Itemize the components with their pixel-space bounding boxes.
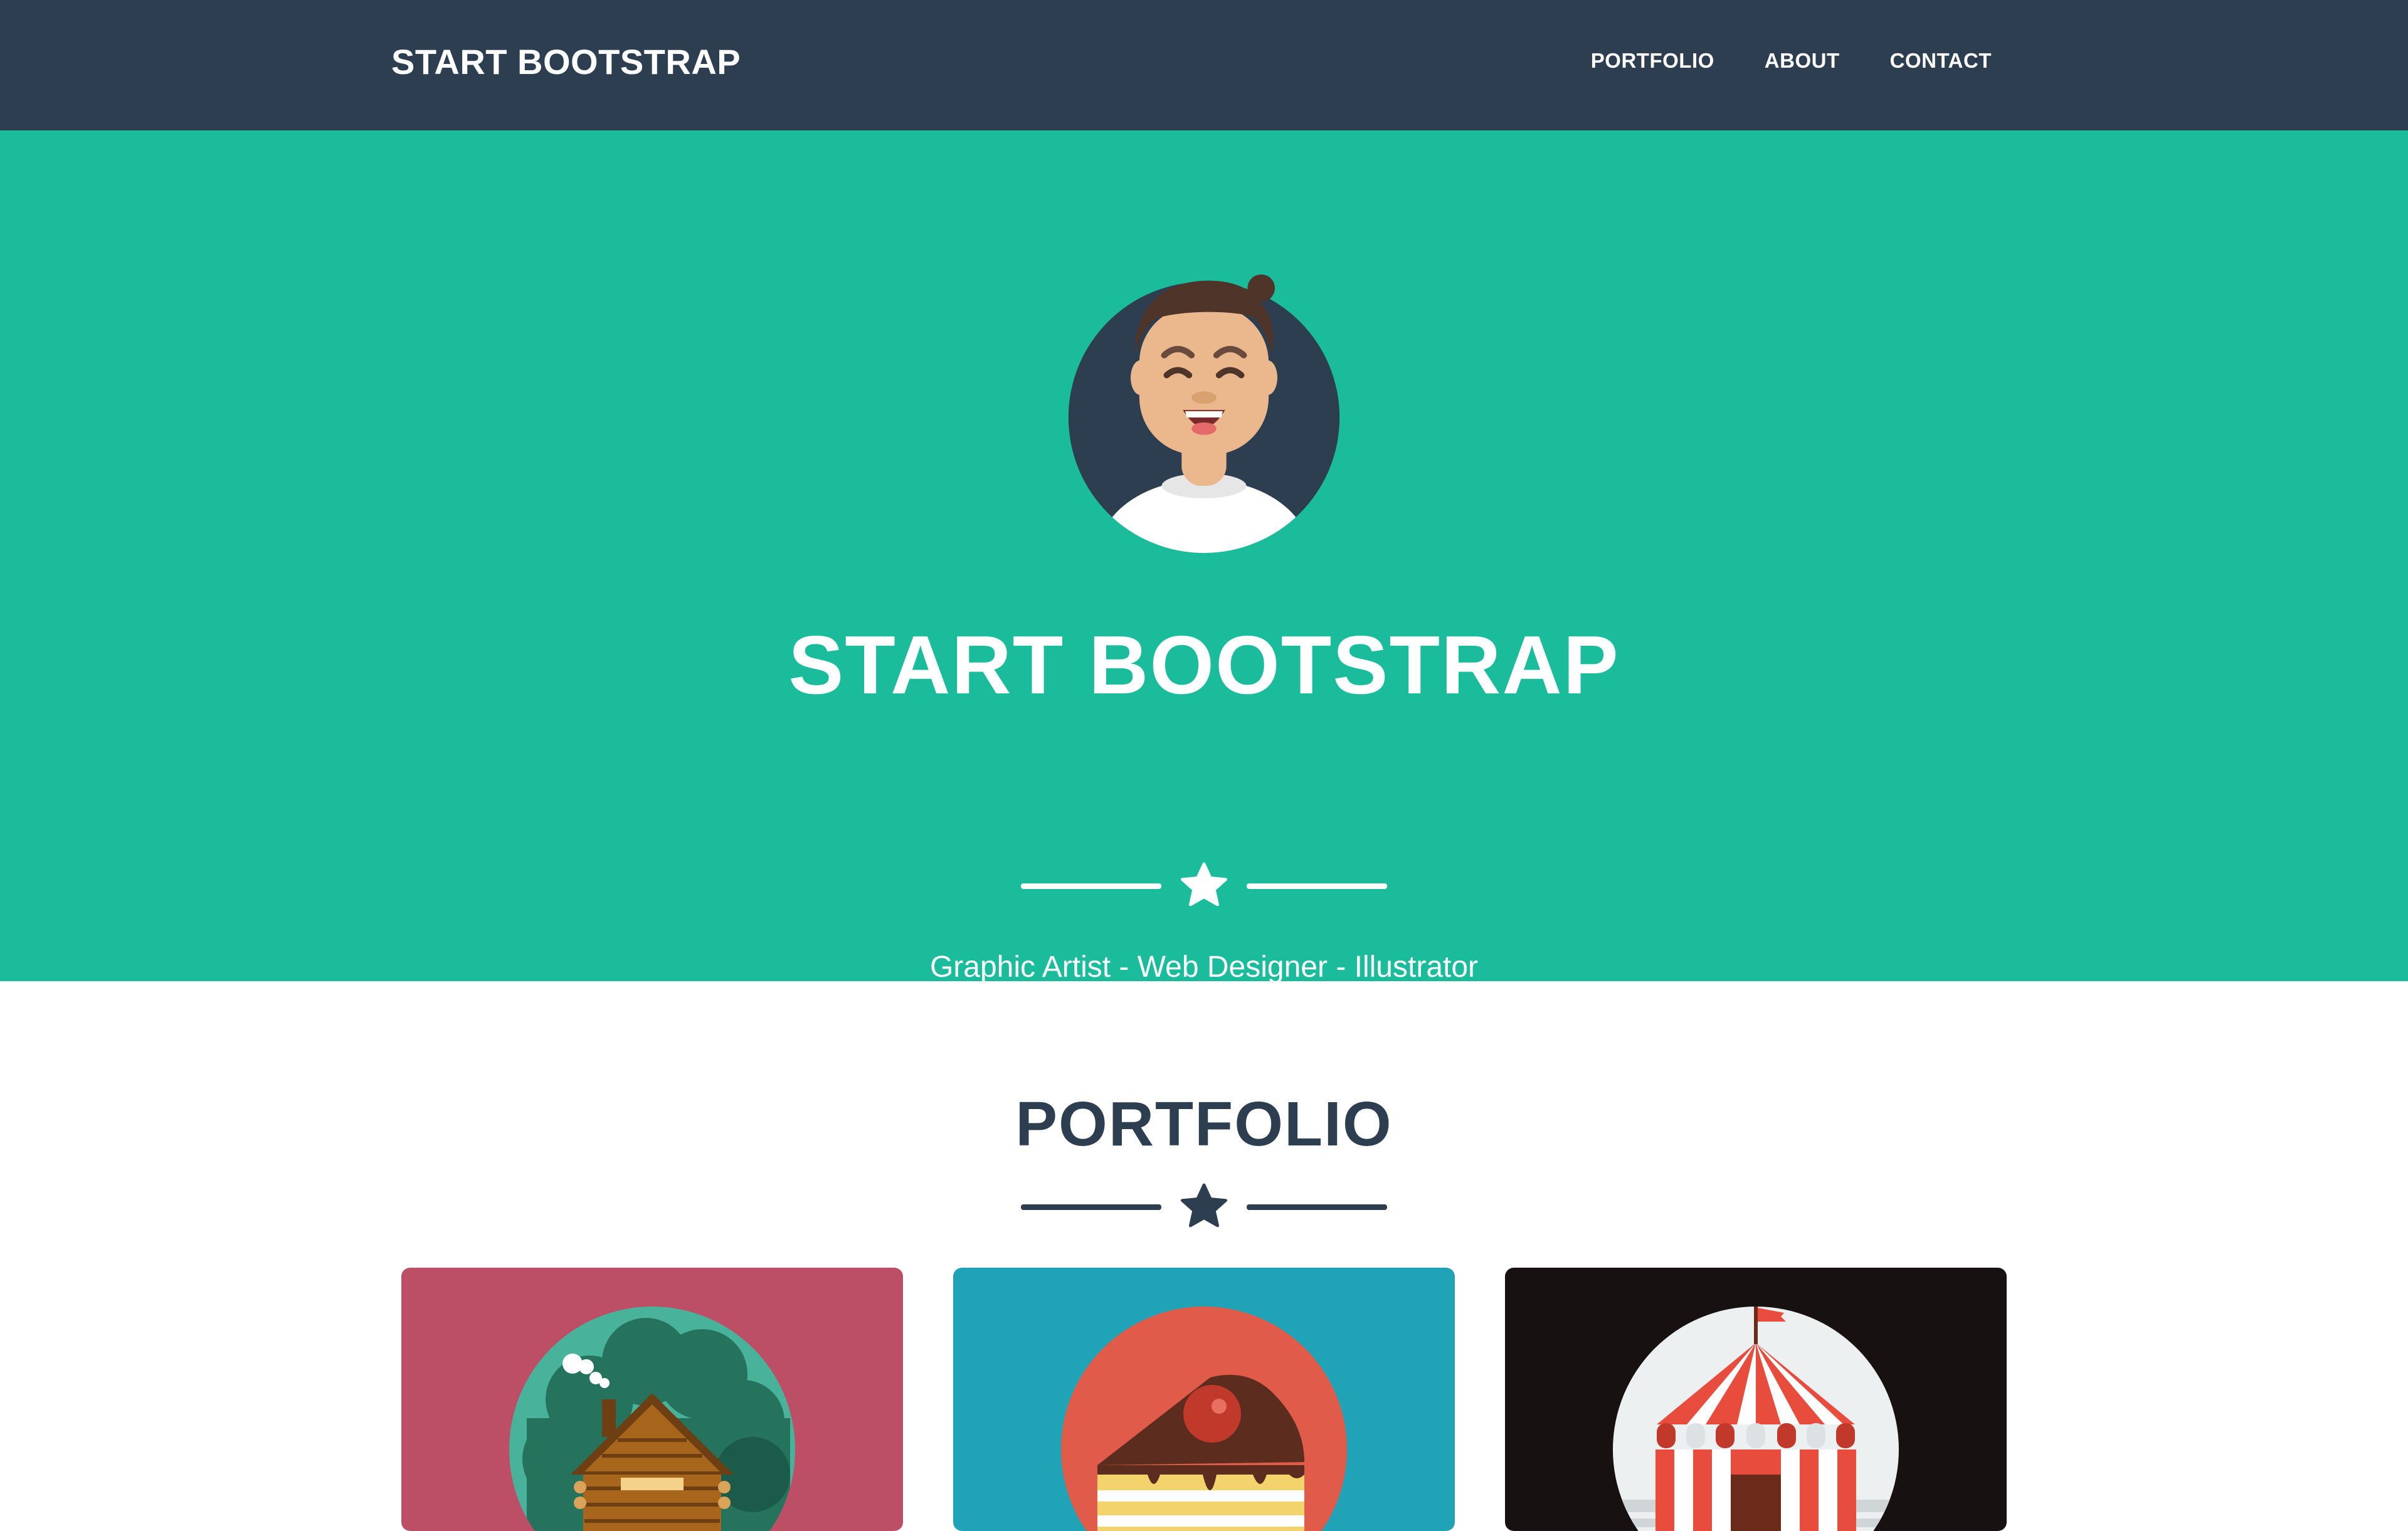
portfolio-divider	[1021, 1182, 1387, 1232]
portfolio-item-cabin[interactable]	[401, 1268, 903, 1531]
nav-link-portfolio[interactable]: PORTFOLIO	[1591, 49, 1714, 73]
portfolio-title: PORTFOLIO	[1015, 1089, 1393, 1159]
top-navbar: START BOOTSTRAP PORTFOLIO ABOUT CONTACT	[0, 0, 2408, 130]
masthead: START BOOTSTRAP Graphic Artist - Web Des…	[0, 130, 2408, 984]
nav-link-contact[interactable]: CONTACT	[1890, 49, 1992, 73]
star-icon	[1181, 862, 1227, 907]
nav-links: PORTFOLIO ABOUT CONTACT	[1591, 49, 1992, 73]
avatar-icon	[1068, 274, 1340, 554]
cake-icon	[1061, 1307, 1347, 1531]
hero-subtitle: Graphic Artist - Web Designer - Illustra…	[929, 950, 1479, 984]
divider-line-left	[1021, 1204, 1161, 1210]
hero-title: START BOOTSTRAP	[788, 619, 1620, 711]
cabin-icon	[509, 1307, 795, 1531]
divider-line-left	[1021, 883, 1161, 889]
nav-link-about[interactable]: ABOUT	[1765, 49, 1840, 73]
portfolio-item-cake[interactable]	[953, 1268, 1455, 1531]
portfolio-item-circus[interactable]	[1505, 1268, 2007, 1531]
circus-tent-icon	[1613, 1307, 1899, 1531]
divider-line-right	[1247, 883, 1387, 889]
star-icon	[1181, 1183, 1227, 1228]
hero-divider	[1021, 861, 1387, 911]
divider-line-right	[1247, 1204, 1387, 1210]
brand-link[interactable]: START BOOTSTRAP	[391, 41, 741, 82]
